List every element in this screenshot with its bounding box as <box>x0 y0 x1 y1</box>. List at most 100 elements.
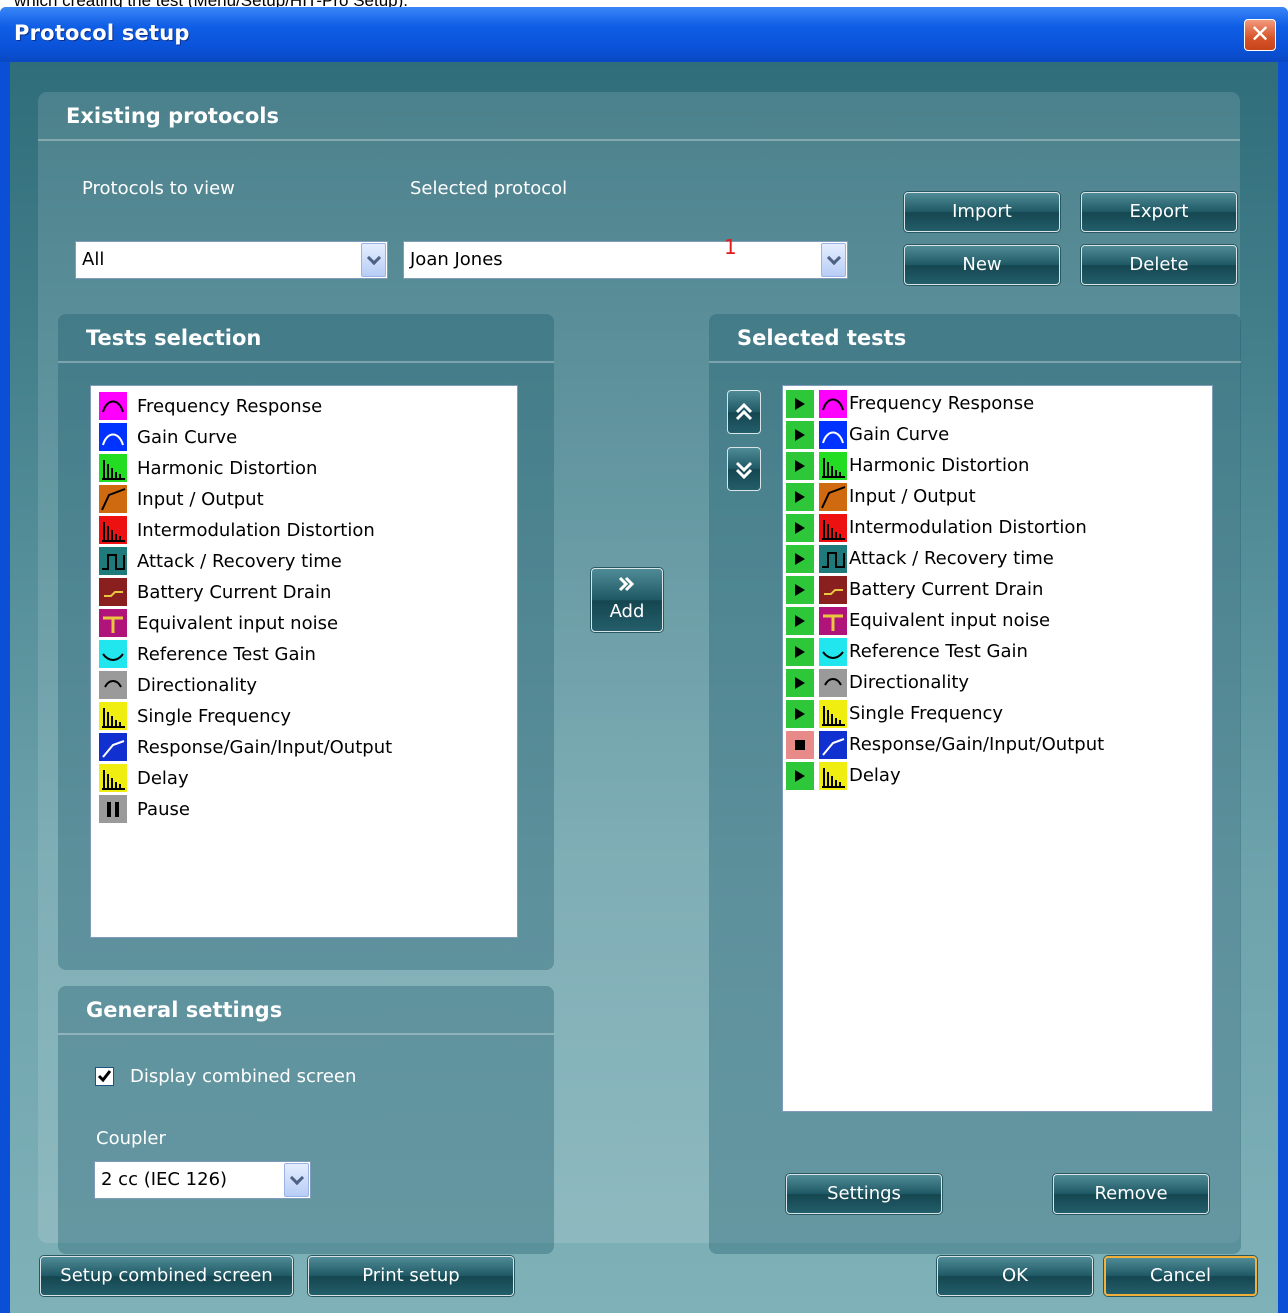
list-item[interactable]: Response/Gain/Input/Output <box>99 733 509 763</box>
play-icon[interactable] <box>786 576 814 604</box>
cancel-button[interactable]: Cancel <box>1104 1256 1257 1296</box>
selected-tests-header: Selected tests <box>709 314 1241 363</box>
list-item-label: Attack / Recovery time <box>849 548 1054 569</box>
list-item-label: Attack / Recovery time <box>137 551 342 572</box>
list-item-label: Gain Curve <box>137 427 238 448</box>
add-button[interactable]: Add <box>591 568 663 632</box>
single-frequency-icon <box>819 700 847 728</box>
delete-button[interactable]: Delete <box>1081 245 1237 285</box>
selected-test-row[interactable]: Battery Current Drain <box>786 575 1206 605</box>
print-setup-button[interactable]: Print setup <box>308 1256 514 1296</box>
selected-protocol-value: Joan Jones <box>410 249 503 270</box>
selected-tests-panel: Selected tests Frequency Response Gain Cu… <box>709 314 1241 1254</box>
selected-test-row[interactable]: Single Frequency <box>786 699 1206 729</box>
export-button[interactable]: Export <box>1081 192 1237 232</box>
import-button[interactable]: Import <box>904 192 1060 232</box>
tests-selection-list[interactable]: Frequency Response Gain Curve Harmonic Dis… <box>90 385 518 938</box>
list-item[interactable]: Single Frequency <box>99 702 509 732</box>
coupler-dropdown[interactable]: 2 cc (IEC 126) <box>94 1161 311 1199</box>
selected-test-row[interactable]: Directionality <box>786 668 1206 698</box>
harmonic-distortion-icon <box>99 454 127 482</box>
display-combined-checkbox[interactable] <box>95 1067 114 1086</box>
list-item[interactable]: Directionality <box>99 671 509 701</box>
intermodulation-distortion-icon <box>819 514 847 542</box>
play-icon[interactable] <box>786 607 814 635</box>
input-output-icon <box>99 485 127 513</box>
existing-protocols-panel: Existing protocols Protocols to view All… <box>38 92 1241 1254</box>
selected-tests-list[interactable]: Frequency Response Gain Curve Harmonic Dis… <box>782 385 1213 1112</box>
chevron-down-icon[interactable] <box>284 1163 309 1197</box>
list-item[interactable]: Equivalent input noise <box>99 609 509 639</box>
chevron-down-icon[interactable] <box>821 243 846 277</box>
selected-protocol-dropdown[interactable]: Joan Jones <box>403 241 848 279</box>
settings-button[interactable]: Settings <box>786 1174 942 1214</box>
list-item[interactable]: Gain Curve <box>99 423 509 453</box>
frequency-response-icon <box>819 390 847 418</box>
new-button[interactable]: New <box>904 245 1060 285</box>
list-item[interactable]: Attack / Recovery time <box>99 547 509 577</box>
display-combined-label[interactable]: Display combined screen <box>130 1066 356 1087</box>
setup-combined-screen-button[interactable]: Setup combined screen <box>40 1256 293 1296</box>
battery-current-drain-icon <box>819 576 847 604</box>
move-down-button[interactable] <box>727 447 761 491</box>
list-item-label: Delay <box>849 765 901 786</box>
play-icon[interactable] <box>786 545 814 573</box>
list-item-label: Pause <box>137 799 190 820</box>
list-item[interactable]: Frequency Response <box>99 392 509 422</box>
move-up-button[interactable] <box>727 390 761 434</box>
pause-icon <box>99 795 127 823</box>
selected-test-row[interactable]: Gain Curve <box>786 420 1206 450</box>
gain-curve-icon <box>99 423 127 451</box>
play-icon[interactable] <box>786 483 814 511</box>
play-icon[interactable] <box>786 390 814 418</box>
play-icon[interactable] <box>786 638 814 666</box>
list-item[interactable]: Pause <box>99 795 509 825</box>
play-icon[interactable] <box>786 762 814 790</box>
list-item-label: Single Frequency <box>849 703 1004 724</box>
protocols-to-view-dropdown[interactable]: All <box>75 241 388 279</box>
reference-test-gain-icon <box>99 640 127 668</box>
general-settings-header: General settings <box>58 986 554 1035</box>
list-item[interactable]: Harmonic Distortion <box>99 454 509 484</box>
chevron-down-icon[interactable] <box>361 243 386 277</box>
remove-button[interactable]: Remove <box>1053 1174 1209 1214</box>
add-button-label: Add <box>609 601 645 622</box>
close-button[interactable]: ✕ <box>1244 19 1276 51</box>
play-icon[interactable] <box>786 421 814 449</box>
selected-test-row[interactable]: Input / Output <box>786 482 1206 512</box>
title-bar[interactable]: Protocol setup ✕ <box>0 7 1288 62</box>
play-icon[interactable] <box>786 669 814 697</box>
protocols-to-view-label: Protocols to view <box>82 178 235 199</box>
stop-icon[interactable] <box>786 731 814 759</box>
list-item[interactable]: Reference Test Gain <box>99 640 509 670</box>
list-item-label: Battery Current Drain <box>137 582 332 603</box>
list-item[interactable]: Intermodulation Distortion <box>99 516 509 546</box>
selected-test-row[interactable]: Harmonic Distortion <box>786 451 1206 481</box>
frequency-response-icon <box>99 392 127 420</box>
selected-protocol-label: Selected protocol <box>410 178 568 199</box>
play-icon[interactable] <box>786 700 814 728</box>
list-item-label: Directionality <box>849 672 970 693</box>
ok-button[interactable]: OK <box>937 1256 1093 1296</box>
play-icon[interactable] <box>786 452 814 480</box>
directionality-icon <box>819 669 847 697</box>
window-title: Protocol setup <box>14 21 190 45</box>
list-item-label: Intermodulation Distortion <box>137 520 375 541</box>
selected-test-row[interactable]: Frequency Response <box>786 389 1206 419</box>
selected-test-row[interactable]: Response/Gain/Input/Output <box>786 730 1206 760</box>
attack-recovery-icon <box>819 545 847 573</box>
gain-curve-icon <box>819 421 847 449</box>
list-item[interactable]: Battery Current Drain <box>99 578 509 608</box>
play-icon[interactable] <box>786 514 814 542</box>
selected-test-row[interactable]: Intermodulation Distortion <box>786 513 1206 543</box>
list-item[interactable]: Delay <box>99 764 509 794</box>
list-item-label: Input / Output <box>849 486 976 507</box>
list-item-label: Battery Current Drain <box>849 579 1044 600</box>
selected-test-row[interactable]: Attack / Recovery time <box>786 544 1206 574</box>
selected-test-row[interactable]: Reference Test Gain <box>786 637 1206 667</box>
selected-test-row[interactable]: Delay <box>786 761 1206 791</box>
selected-test-row[interactable]: Equivalent input noise <box>786 606 1206 636</box>
response-gain-input-output-icon <box>819 731 847 759</box>
selected-tests-title: Selected tests <box>737 326 907 350</box>
list-item[interactable]: Input / Output <box>99 485 509 515</box>
